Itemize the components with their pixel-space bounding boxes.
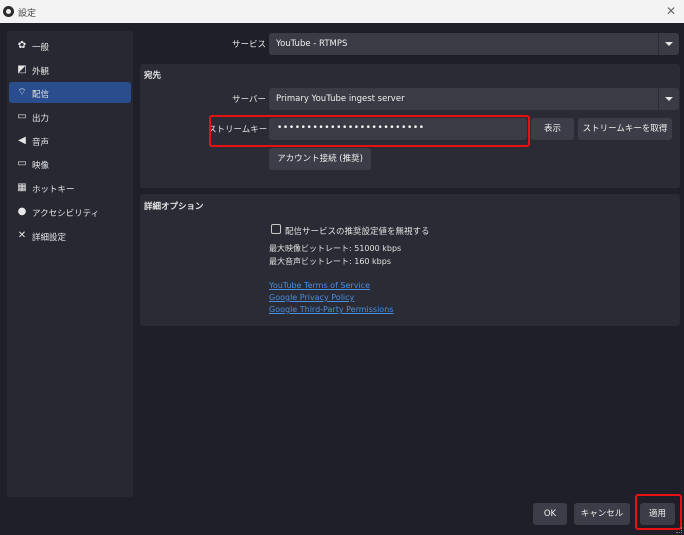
sidebar-item-video[interactable]: ▭ 映像 [9,153,131,174]
destination-title: 宛先 [144,71,162,81]
server-select[interactable]: Primary YouTube ingest server [269,88,679,110]
ignore-recommendations-checkbox[interactable] [271,224,281,234]
show-key-button[interactable]: 表示 [531,118,574,140]
sidebar-item-label: 配信 [32,90,50,100]
title-bar: 設定 ✕ [0,0,684,23]
ok-button[interactable]: OK [533,503,567,525]
sidebar-item-label: 出力 [32,114,50,124]
chevron-down-icon [665,42,673,46]
service-select[interactable]: YouTube - RTMPS [269,33,679,55]
youtube-terms-link[interactable]: YouTube Terms of Service [269,281,370,290]
resize-grip[interactable] [676,527,682,533]
sidebar-item-accessibility[interactable]: ● アクセシビリティ [9,201,131,222]
combo-divider [658,33,659,55]
sidebar-item-audio[interactable]: ◀ 音声 [9,130,131,151]
sidebar-item-advanced[interactable]: ✕ 詳細設定 [9,225,131,246]
sidebar-item-label: 音声 [32,138,50,148]
sidebar-item-label: 映像 [32,161,50,171]
max-video-bitrate: 最大映像ビットレート: 51000 kbps [269,244,402,253]
advanced-options-group: 詳細オプション 配信サービスの推奨設定値を無視する 最大映像ビットレート: 51… [140,194,680,326]
google-privacy-link[interactable]: Google Privacy Policy [269,293,354,302]
close-icon[interactable]: ✕ [664,4,678,18]
keyboard-icon: ▦ [17,182,27,193]
advanced-options-title: 詳細オプション [144,202,204,212]
output-icon: ▭ [17,111,27,122]
sidebar-item-hotkeys[interactable]: ▦ ホットキー [9,177,131,198]
window-title: 設定 [18,9,37,19]
server-label: サーバー [232,95,266,105]
sidebar-item-label: アクセシビリティ [32,209,100,219]
tools-icon: ✕ [17,230,27,241]
sidebar-item-output[interactable]: ▭ 出力 [9,106,131,127]
sidebar-item-label: 詳細設定 [32,233,67,243]
ignore-recommendations-label[interactable]: 配信サービスの推奨設定値を無視する [285,225,430,237]
monitor-icon: ▭ [17,158,27,169]
accessibility-icon: ● [17,206,27,217]
obs-logo-icon [3,6,14,17]
sidebar-item-stream[interactable]: ⌔ 配信 [9,82,131,103]
service-value: YouTube - RTMPS [276,39,348,49]
connect-account-button[interactable]: アカウント接続 (推奨) [269,148,371,170]
max-audio-bitrate: 最大音声ビットレート: 160 kbps [269,257,392,266]
sidebar-item-label: ホットキー [32,185,75,195]
google-permissions-link[interactable]: Google Third-Party Permissions [269,305,393,314]
sidebar-item-label: 一般 [32,43,50,53]
appearance-icon: ◩ [17,64,27,75]
combo-divider [658,88,659,110]
stream-key-highlight [209,115,530,147]
server-value: Primary YouTube ingest server [276,94,405,104]
sidebar-item-general[interactable]: ✿ 一般 [9,35,131,56]
speaker-icon: ◀ [18,135,26,146]
apply-button-highlight [635,494,682,530]
get-stream-key-button[interactable]: ストリームキーを取得 [578,118,672,140]
cancel-button[interactable]: キャンセル [574,503,630,525]
settings-sidebar: ✿ 一般 ◩ 外観 ⌔ 配信 ▭ 出力 ◀ 音声 ▭ 映像 ▦ ホットキー ● … [7,31,133,497]
service-label: サービス [231,40,266,50]
broadcast-icon: ⌔ [17,87,27,98]
sidebar-item-label: 外観 [32,67,50,77]
sidebar-item-appearance[interactable]: ◩ 外観 [9,59,131,80]
chevron-down-icon [665,97,673,101]
gear-icon: ✿ [17,40,27,51]
